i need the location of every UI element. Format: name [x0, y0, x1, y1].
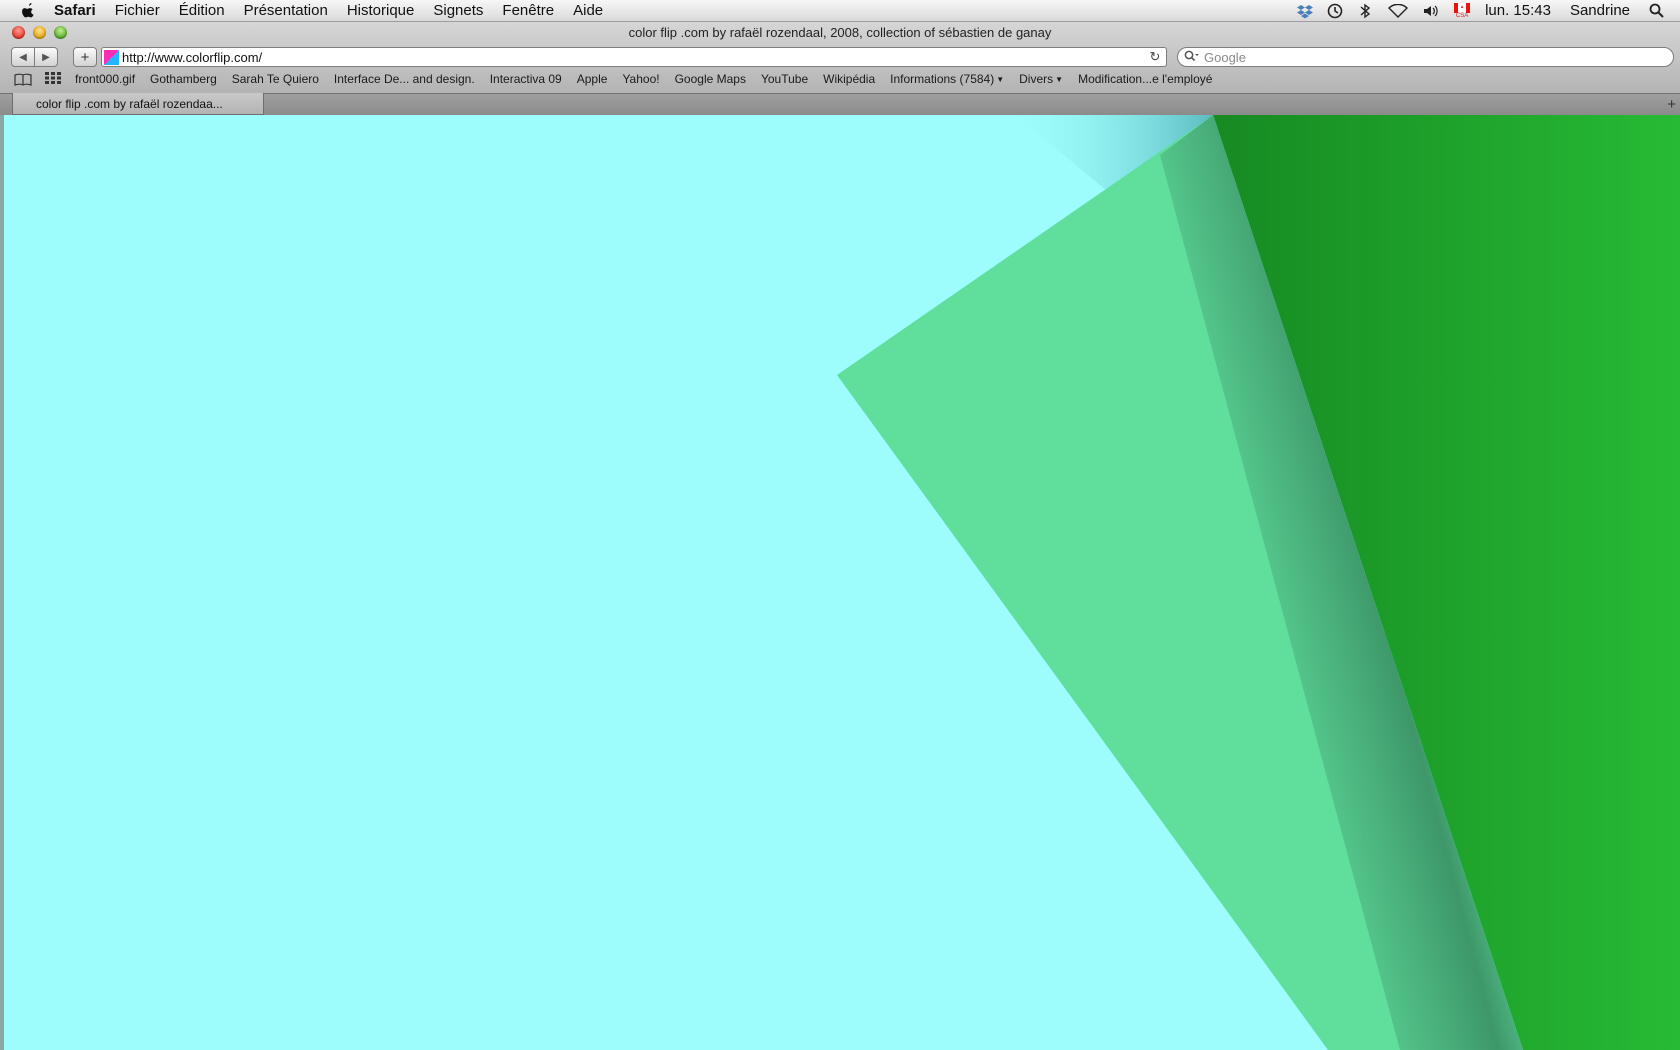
- time-machine-icon[interactable]: [1327, 3, 1343, 19]
- search-placeholder: Google: [1204, 49, 1246, 65]
- input-flag-icon[interactable]: CSA: [1453, 2, 1471, 19]
- window-title: color flip .com by rafaël rozendaal, 200…: [628, 25, 1052, 40]
- menu-signets[interactable]: Signets: [433, 2, 483, 19]
- bookmark-folder-label: Divers: [1019, 72, 1054, 86]
- address-text[interactable]: http://www.colorflip.com/: [122, 50, 1147, 65]
- site-favicon-icon: [104, 49, 119, 65]
- bluetooth-icon[interactable]: [1357, 3, 1373, 19]
- new-tab-plus-icon[interactable]: +: [1667, 96, 1676, 113]
- bookmark-item[interactable]: front000.gif: [75, 72, 135, 86]
- bookmarks-bar: front000.gif Gothamberg Sarah Te Quiero …: [0, 69, 1680, 89]
- volume-icon[interactable]: [1423, 3, 1439, 19]
- add-bookmark-button[interactable]: +: [73, 47, 97, 67]
- forward-button[interactable]: ▶: [34, 47, 58, 67]
- spotlight-search-icon[interactable]: [1648, 3, 1664, 19]
- address-bar[interactable]: http://www.colorflip.com/ ↻: [101, 47, 1167, 67]
- menu-fenetre[interactable]: Fenêtre: [502, 2, 554, 19]
- menu-aide[interactable]: Aide: [573, 2, 603, 19]
- tab-active[interactable]: color flip .com by rafaël rozendaa...: [12, 93, 264, 115]
- chevron-down-icon: ▼: [996, 75, 1005, 85]
- reload-icon[interactable]: ↻: [1147, 49, 1163, 65]
- bookmark-item[interactable]: Wikipédia: [823, 72, 875, 86]
- bookmark-item[interactable]: Modification...e l'employé: [1078, 72, 1212, 86]
- title-bar: color flip .com by rafaël rozendaal, 200…: [0, 22, 1680, 44]
- apple-menu-icon[interactable]: [18, 0, 38, 22]
- bookmark-folder-label: Informations (7584): [890, 72, 995, 86]
- right-arrow-icon: ▶: [42, 51, 50, 63]
- menu-user[interactable]: Sandrine: [1570, 2, 1630, 19]
- color-flip-artwork[interactable]: [0, 115, 1680, 1050]
- wifi-icon[interactable]: [1387, 3, 1409, 19]
- back-button[interactable]: ◀: [11, 47, 35, 67]
- plus-icon: +: [80, 48, 90, 66]
- top-sites-grid-icon[interactable]: [45, 72, 61, 86]
- search-field[interactable]: Google: [1177, 47, 1674, 67]
- web-page-content[interactable]: [0, 115, 1680, 1050]
- menu-historique[interactable]: Historique: [347, 2, 415, 19]
- chevron-down-icon: ▼: [1055, 75, 1064, 85]
- bookmark-folder-informations[interactable]: Informations (7584) ▼: [890, 72, 1004, 86]
- input-flag-label: CSA: [1455, 12, 1469, 19]
- bookmark-item[interactable]: Apple: [577, 72, 608, 86]
- bookmark-item[interactable]: YouTube: [761, 72, 808, 86]
- bookmark-item[interactable]: Gothamberg: [150, 72, 217, 86]
- browser-window-chrome: color flip .com by rafaël rozendaal, 200…: [0, 22, 1680, 115]
- search-icon[interactable]: [1184, 50, 1200, 65]
- tab-bar: color flip .com by rafaël rozendaa... +: [0, 93, 1680, 115]
- bookmark-item[interactable]: Interactiva 09: [490, 72, 562, 86]
- bookmark-item[interactable]: Google Maps: [675, 72, 746, 86]
- bookmark-item[interactable]: Yahoo!: [622, 72, 659, 86]
- left-arrow-icon: ◀: [19, 51, 27, 63]
- menu-clock[interactable]: lun. 15:43: [1485, 2, 1551, 19]
- bookmark-item[interactable]: Interface De... and design.: [334, 72, 475, 86]
- bookmark-item[interactable]: Sarah Te Quiero: [232, 72, 319, 86]
- menu-app-name[interactable]: Safari: [54, 2, 96, 19]
- menu-edition[interactable]: Édition: [179, 2, 225, 19]
- tab-label: color flip .com by rafaël rozendaa...: [36, 96, 223, 111]
- menu-bar: Safari Fichier Édition Présentation Hist…: [0, 0, 1680, 22]
- menu-presentation[interactable]: Présentation: [244, 2, 328, 19]
- bookmark-folder-divers[interactable]: Divers ▼: [1019, 72, 1063, 86]
- dropbox-icon[interactable]: [1297, 3, 1314, 19]
- bookmarks-book-icon[interactable]: [14, 72, 32, 86]
- menu-fichier[interactable]: Fichier: [115, 2, 160, 19]
